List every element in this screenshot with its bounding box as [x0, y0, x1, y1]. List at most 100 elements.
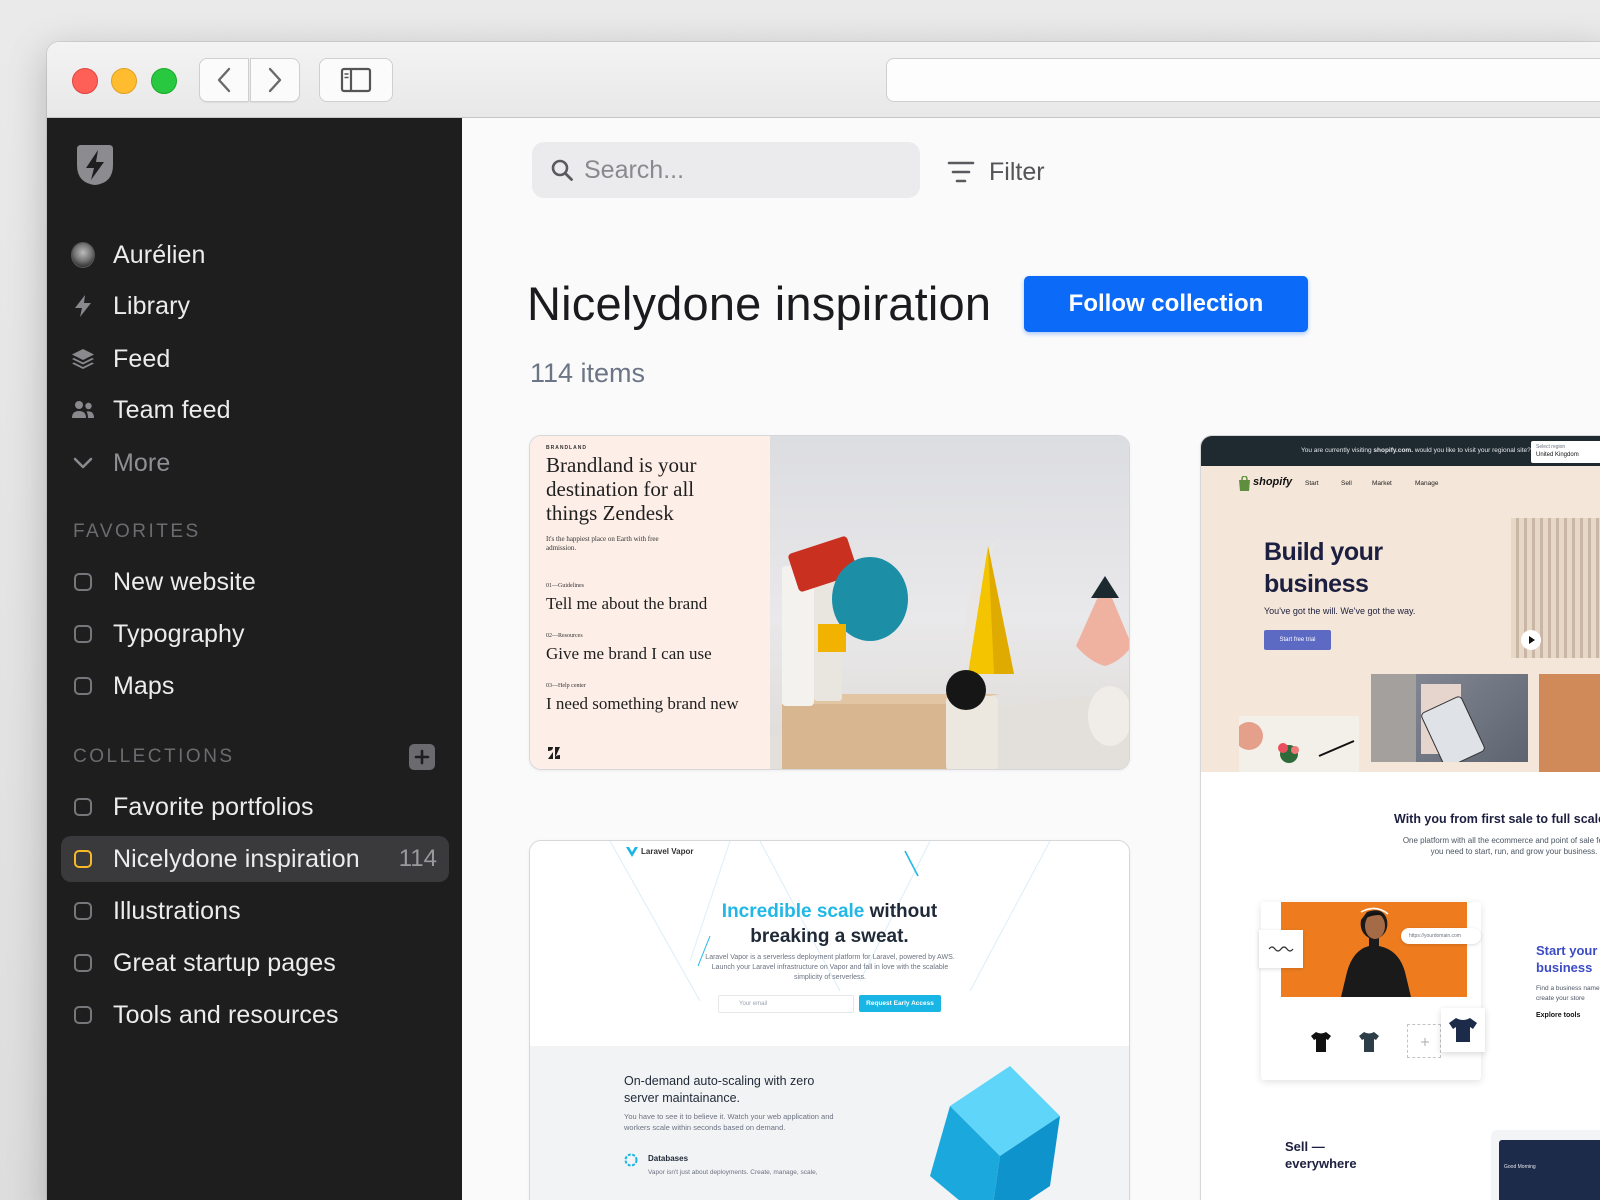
sidebar-item-illustrations[interactable]: Illustrations [61, 888, 449, 934]
shopify-cta-button[interactable]: Start free trial [1264, 630, 1331, 650]
shopify-region-select[interactable]: Select region United Kingdom [1531, 441, 1600, 463]
vapor-cta-button[interactable]: Request Early Access [859, 995, 941, 1012]
shopify-menu-manage[interactable]: Manage [1415, 480, 1439, 487]
sidebar-toggle-button[interactable] [319, 58, 393, 102]
play-button[interactable] [1521, 630, 1541, 650]
page-title: Nicelydone inspiration [527, 277, 992, 330]
store-preview: https://yourdomain.com [1259, 902, 1485, 1080]
vapor-brand: Laravel Vapor [641, 847, 694, 856]
chevron-right-icon [268, 67, 282, 93]
shopify-bag-icon [1239, 476, 1250, 491]
banner-suffix: would you like to visit your regional si… [1414, 447, 1531, 454]
sidebar-item-nicelydone-inspiration[interactable]: Nicelydone inspiration 114 [61, 836, 449, 882]
shopify-hero: shopify Start Sell Market Manage Build y… [1201, 466, 1600, 772]
collection-square-icon [71, 899, 95, 923]
address-bar[interactable] [886, 58, 1600, 102]
sidebar-item-great-startup-pages[interactable]: Great startup pages [61, 940, 449, 986]
sidebar-item-favorite-portfolios[interactable]: Favorite portfolios [61, 784, 449, 830]
sidebar-item-label: Typography [113, 619, 245, 648]
follow-collection-button[interactable]: Follow collection [1024, 276, 1308, 332]
collection-square-icon [71, 847, 95, 871]
search-input[interactable] [584, 150, 904, 190]
brandland-headline: Brandland is your destination for all th… [546, 453, 697, 525]
shopify-region-banner: You are currently visiting shopify.com. … [1201, 436, 1600, 466]
vapor-feature-title: Databases [648, 1154, 689, 1163]
vapor-section-text: You have to see it to believe it. Watch … [624, 1112, 834, 1132]
bolt-icon [71, 294, 95, 318]
shopify-side-link[interactable]: Explore tools [1536, 1012, 1580, 1019]
shopify-section-text: One platform with all the ecommerce and … [1402, 836, 1600, 856]
inspiration-card-brandland[interactable]: BRANDLAND Brandland is your destination … [529, 435, 1130, 770]
brandland-photo [770, 436, 1129, 769]
geometric-shapes-illustration [770, 536, 1129, 769]
banner-prefix: You are currently visiting [1301, 447, 1372, 454]
sidebar-item-label: Nicelydone inspiration [113, 844, 360, 873]
vapor-description: Laravel Vapor is a serverless deployment… [705, 954, 955, 981]
search-icon [551, 159, 573, 181]
inspiration-card-shopify[interactable]: You are currently visiting shopify.com. … [1200, 435, 1600, 1200]
app-logo[interactable] [73, 143, 117, 187]
close-window-button[interactable] [72, 68, 98, 94]
sidebar-item-label: Illustrations [113, 896, 241, 925]
sidebar-item-label: Library [113, 291, 191, 320]
sidebar-item-tools-and-resources[interactable]: Tools and resources [61, 992, 449, 1038]
sidebar-item-maps[interactable]: Maps [61, 663, 449, 709]
back-button[interactable] [199, 58, 249, 102]
sidebar-item-more[interactable]: More [61, 440, 449, 486]
brandland-subtext: It's the happiest place on Earth with fr… [546, 535, 659, 552]
tablet-photo [1371, 674, 1528, 768]
filter-button[interactable]: Filter [947, 154, 1045, 190]
sidebar-item-typography[interactable]: Typography [61, 611, 449, 657]
tshirt-icon [1449, 1018, 1477, 1042]
shopify-menu-market[interactable]: Market [1372, 480, 1392, 487]
add-collection-button[interactable] [409, 744, 435, 770]
url-chip: https://yourdomain.com [1401, 928, 1481, 944]
forward-button[interactable] [250, 58, 300, 102]
sidebar-item-profile[interactable]: Aurélien [61, 232, 449, 278]
wave-badge [1259, 930, 1303, 968]
collection-square-icon [71, 951, 95, 975]
inspiration-card-laravel-vapor[interactable]: Laravel Vapor Incredible scale without b… [529, 840, 1130, 1200]
mini-device-frame: Good Morning [1491, 1130, 1600, 1200]
avatar [71, 242, 95, 268]
vapor-feature-text: Vapor isn't just about deployments. Crea… [648, 1169, 818, 1176]
brandland-link: Give me brand I can use [546, 644, 712, 663]
search-box [532, 142, 920, 198]
sidebar-item-label: Feed [113, 344, 171, 373]
add-product-slot [1407, 1024, 1441, 1058]
sidebar: Aurélien Library Feed Team feed More FAV… [47, 118, 462, 1200]
sidebar-icon [340, 67, 372, 93]
shopify-menu-start[interactable]: Start [1305, 480, 1319, 487]
sidebar-item-feed[interactable]: Feed [61, 336, 449, 382]
sidebar-item-label: Great startup pages [113, 948, 336, 977]
item-count: 114 items [530, 358, 646, 388]
minimize-window-button[interactable] [111, 68, 137, 94]
vapor-email-input[interactable]: Your email [718, 995, 854, 1013]
brandland-link: Tell me about the brand [546, 594, 708, 613]
sidebar-item-library[interactable]: Library [61, 283, 449, 329]
link-number: 01—Guidelines [546, 583, 584, 589]
favorites-heading: FAVORITES [73, 521, 201, 542]
banner-domain: shopify.com. [1373, 447, 1413, 454]
vapor-section-title: On-demand auto-scaling with zero server … [624, 1074, 815, 1105]
play-icon [1529, 636, 1535, 644]
shopify-menu-sell[interactable]: Sell [1341, 480, 1352, 487]
product-photo [1539, 674, 1600, 772]
item-count-badge: 114 [398, 845, 437, 872]
shopify-subtext: You've got the will. We've got the way. [1264, 606, 1416, 616]
collection-square-icon [71, 1003, 95, 1027]
sidebar-item-label: Favorite portfolios [113, 792, 314, 821]
zoom-window-button[interactable] [151, 68, 177, 94]
brandland-eyebrow: BRANDLAND [546, 445, 587, 451]
shopify-section-title: With you from first sale to full scale [1394, 812, 1600, 826]
shopify-sell-heading: Sell — everywhere [1285, 1139, 1357, 1171]
sidebar-item-label: Team feed [113, 395, 231, 424]
collection-square-icon [71, 674, 95, 698]
vapor-hero: Laravel Vapor Incredible scale without b… [530, 841, 1129, 1046]
sidebar-item-team-feed[interactable]: Team feed [61, 387, 449, 433]
shopify-lower-section: With you from first sale to full scale O… [1201, 772, 1600, 1200]
sidebar-item-new-website[interactable]: New website [61, 559, 449, 605]
region-value: United Kingdom [1536, 452, 1579, 458]
sidebar-item-label: More [113, 448, 171, 477]
shopify-side-title: Start your business [1536, 943, 1598, 975]
